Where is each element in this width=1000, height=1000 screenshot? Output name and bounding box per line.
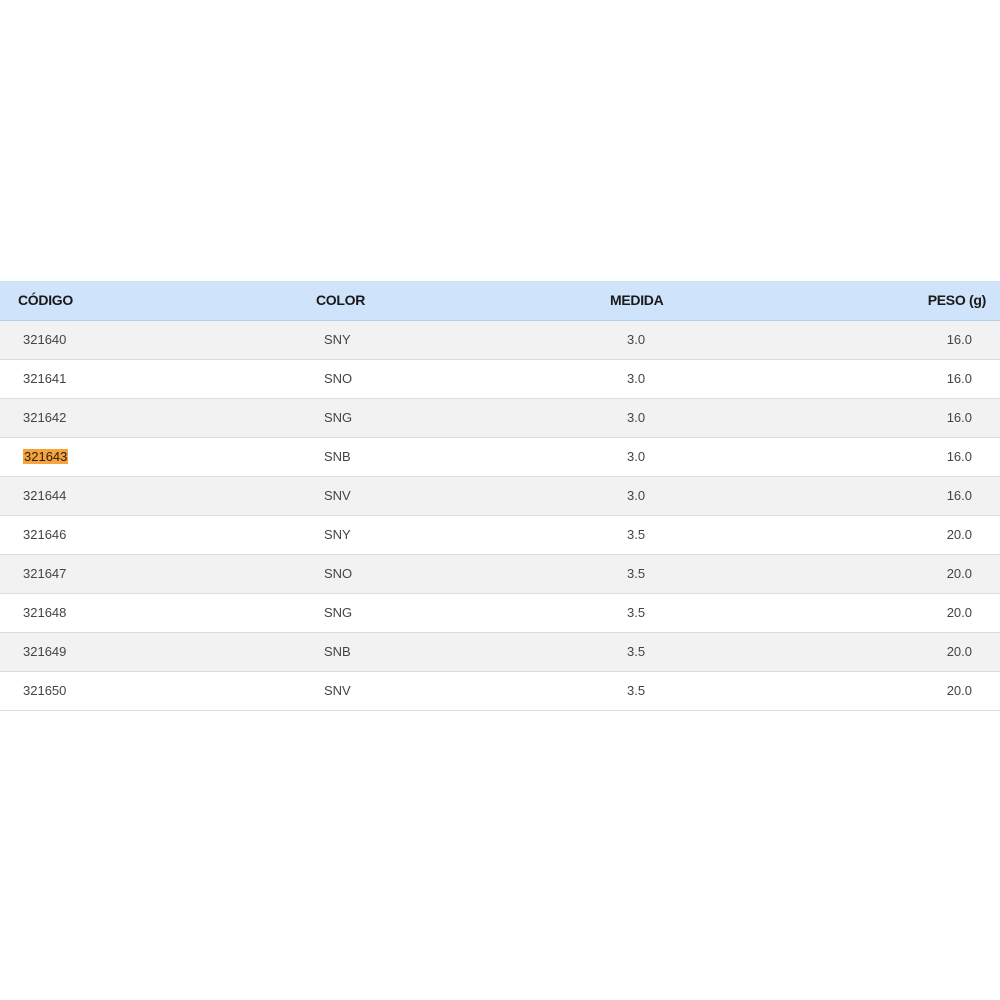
table-row: 321642 SNG 3.0 16.0: [0, 398, 1000, 438]
cell-weight: 16.0: [768, 359, 1000, 399]
cell-code: 321649: [0, 632, 170, 672]
cell-size: 3.0: [505, 359, 768, 399]
code-text: 321644: [23, 488, 67, 503]
cell-size: 3.5: [505, 632, 768, 672]
cell-size: 3.0: [505, 437, 768, 477]
table-row: 321647 SNO 3.5 20.0: [0, 554, 1000, 594]
code-text: 321650: [23, 683, 67, 698]
header-weight: PESO (g): [768, 281, 1000, 321]
table-row: 321643 SNB 3.0 16.0: [0, 437, 1000, 477]
header-color: COLOR: [170, 281, 505, 321]
table-row: 321641 SNO 3.0 16.0: [0, 359, 1000, 399]
cell-color: SNG: [170, 398, 505, 438]
header-row: CÓDIGO COLOR MEDIDA PESO (g): [0, 281, 1000, 321]
product-spec-table: CÓDIGO COLOR MEDIDA PESO (g) 321640 SNY …: [0, 281, 1000, 711]
cell-weight: 20.0: [768, 632, 1000, 672]
cell-weight: 20.0: [768, 554, 1000, 594]
cell-color: SNY: [170, 320, 505, 360]
cell-color: SNB: [170, 632, 505, 672]
cell-size: 3.5: [505, 554, 768, 594]
code-text: 321648: [23, 605, 67, 620]
cell-code: 321650: [0, 671, 170, 711]
cell-size: 3.5: [505, 515, 768, 555]
header-size: MEDIDA: [505, 281, 768, 321]
table-row: 321649 SNB 3.5 20.0: [0, 632, 1000, 672]
cell-code: 321643: [0, 437, 170, 477]
cell-color: SNG: [170, 593, 505, 633]
header-code: CÓDIGO: [0, 281, 170, 321]
cell-color: SNB: [170, 437, 505, 477]
cell-code: 321646: [0, 515, 170, 555]
cell-color: SNY: [170, 515, 505, 555]
code-text: 321641: [23, 371, 67, 386]
cell-size: 3.0: [505, 398, 768, 438]
cell-size: 3.5: [505, 593, 768, 633]
code-text: 321642: [23, 410, 67, 425]
cell-color: SNV: [170, 476, 505, 516]
table-row: 321648 SNG 3.5 20.0: [0, 593, 1000, 633]
cell-code: 321642: [0, 398, 170, 438]
table-body: 321640 SNY 3.0 16.0 321641 SNO 3.0 16.0 …: [0, 320, 1000, 711]
cell-weight: 20.0: [768, 671, 1000, 711]
table-row: 321644 SNV 3.0 16.0: [0, 476, 1000, 516]
code-text: 321647: [23, 566, 67, 581]
code-text: 321640: [23, 332, 67, 347]
highlighted-code-text: 321643: [23, 449, 69, 464]
cell-color: SNV: [170, 671, 505, 711]
cell-weight: 16.0: [768, 398, 1000, 438]
cell-code: 321648: [0, 593, 170, 633]
code-text: 321646: [23, 527, 67, 542]
cell-weight: 16.0: [768, 476, 1000, 516]
cell-size: 3.0: [505, 476, 768, 516]
cell-size: 3.0: [505, 320, 768, 360]
table-header: CÓDIGO COLOR MEDIDA PESO (g): [0, 281, 1000, 321]
cell-weight: 16.0: [768, 437, 1000, 477]
cell-code: 321640: [0, 320, 170, 360]
table-row: 321650 SNV 3.5 20.0: [0, 671, 1000, 711]
cell-code: 321644: [0, 476, 170, 516]
cell-weight: 16.0: [768, 320, 1000, 360]
cell-code: 321647: [0, 554, 170, 594]
table-row: 321646 SNY 3.5 20.0: [0, 515, 1000, 555]
cell-code: 321641: [0, 359, 170, 399]
code-text: 321649: [23, 644, 67, 659]
cell-color: SNO: [170, 359, 505, 399]
cell-color: SNO: [170, 554, 505, 594]
cell-weight: 20.0: [768, 515, 1000, 555]
cell-size: 3.5: [505, 671, 768, 711]
table-row: 321640 SNY 3.0 16.0: [0, 320, 1000, 360]
cell-weight: 20.0: [768, 593, 1000, 633]
